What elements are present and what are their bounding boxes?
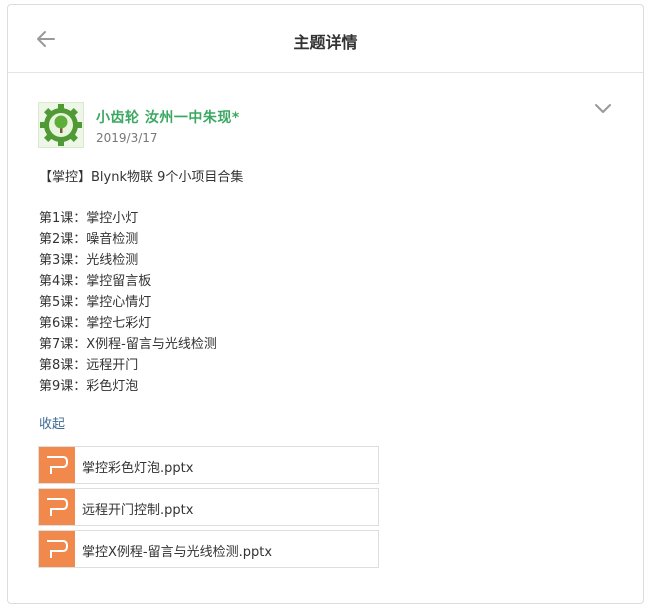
attachment-name: 掌控X例程-留言与光线检测.pptx: [82, 545, 273, 560]
pptx-file-icon: [39, 489, 75, 525]
attachment-item[interactable]: 远程开门控制.pptx: [38, 488, 379, 526]
lesson-item: 第4课：掌控留言板: [39, 274, 152, 289]
author-name[interactable]: 小齿轮 汝州一中朱现*: [96, 107, 240, 127]
lesson-item: 第5课：掌控心情灯: [39, 295, 152, 310]
avatar[interactable]: [38, 102, 84, 148]
pptx-file-icon: [39, 447, 75, 483]
attachment-name: 远程开门控制.pptx: [82, 503, 194, 518]
post-date: 2019/3/17: [96, 131, 158, 145]
pptx-file-icon: [39, 531, 75, 567]
lesson-item: 第7课：X例程-留言与光线检测: [39, 337, 217, 352]
topic-detail-panel: 主题详情 小齿轮 汝州一中朱现* 2019/3/17 【掌控】Blynk物联 9…: [7, 4, 644, 604]
lesson-item: 第2课：噪音检测: [39, 232, 139, 247]
attachment-item[interactable]: 掌控彩色灯泡.pptx: [38, 446, 379, 484]
chevron-down-icon[interactable]: [593, 101, 613, 115]
page-title: 主题详情: [293, 33, 358, 52]
lesson-item: 第1课：掌控小灯: [39, 211, 139, 226]
lesson-item: 第3课：光线检测: [39, 253, 139, 268]
header-bar: 主题详情: [8, 5, 643, 73]
attachment-name: 掌控彩色灯泡.pptx: [82, 461, 194, 476]
collapse-link[interactable]: 收起: [39, 413, 65, 432]
lesson-list: 第1课：掌控小灯 第2课：噪音检测 第3课：光线检测 第4课：掌控留言板 第5课…: [39, 208, 217, 397]
lesson-item: 第9课：彩色灯泡: [39, 379, 139, 394]
post-intro: 【掌控】Blynk物联 9个小项目合集: [39, 170, 244, 185]
attachment-item[interactable]: 掌控X例程-留言与光线检测.pptx: [38, 530, 379, 568]
attachment-list: 掌控彩色灯泡.pptx 远程开门控制.pptx 掌控X例程-留言与光线检测.pp…: [38, 446, 379, 572]
lesson-item: 第8课：远程开门: [39, 358, 139, 373]
lesson-item: 第6课：掌控七彩灯: [39, 316, 152, 331]
